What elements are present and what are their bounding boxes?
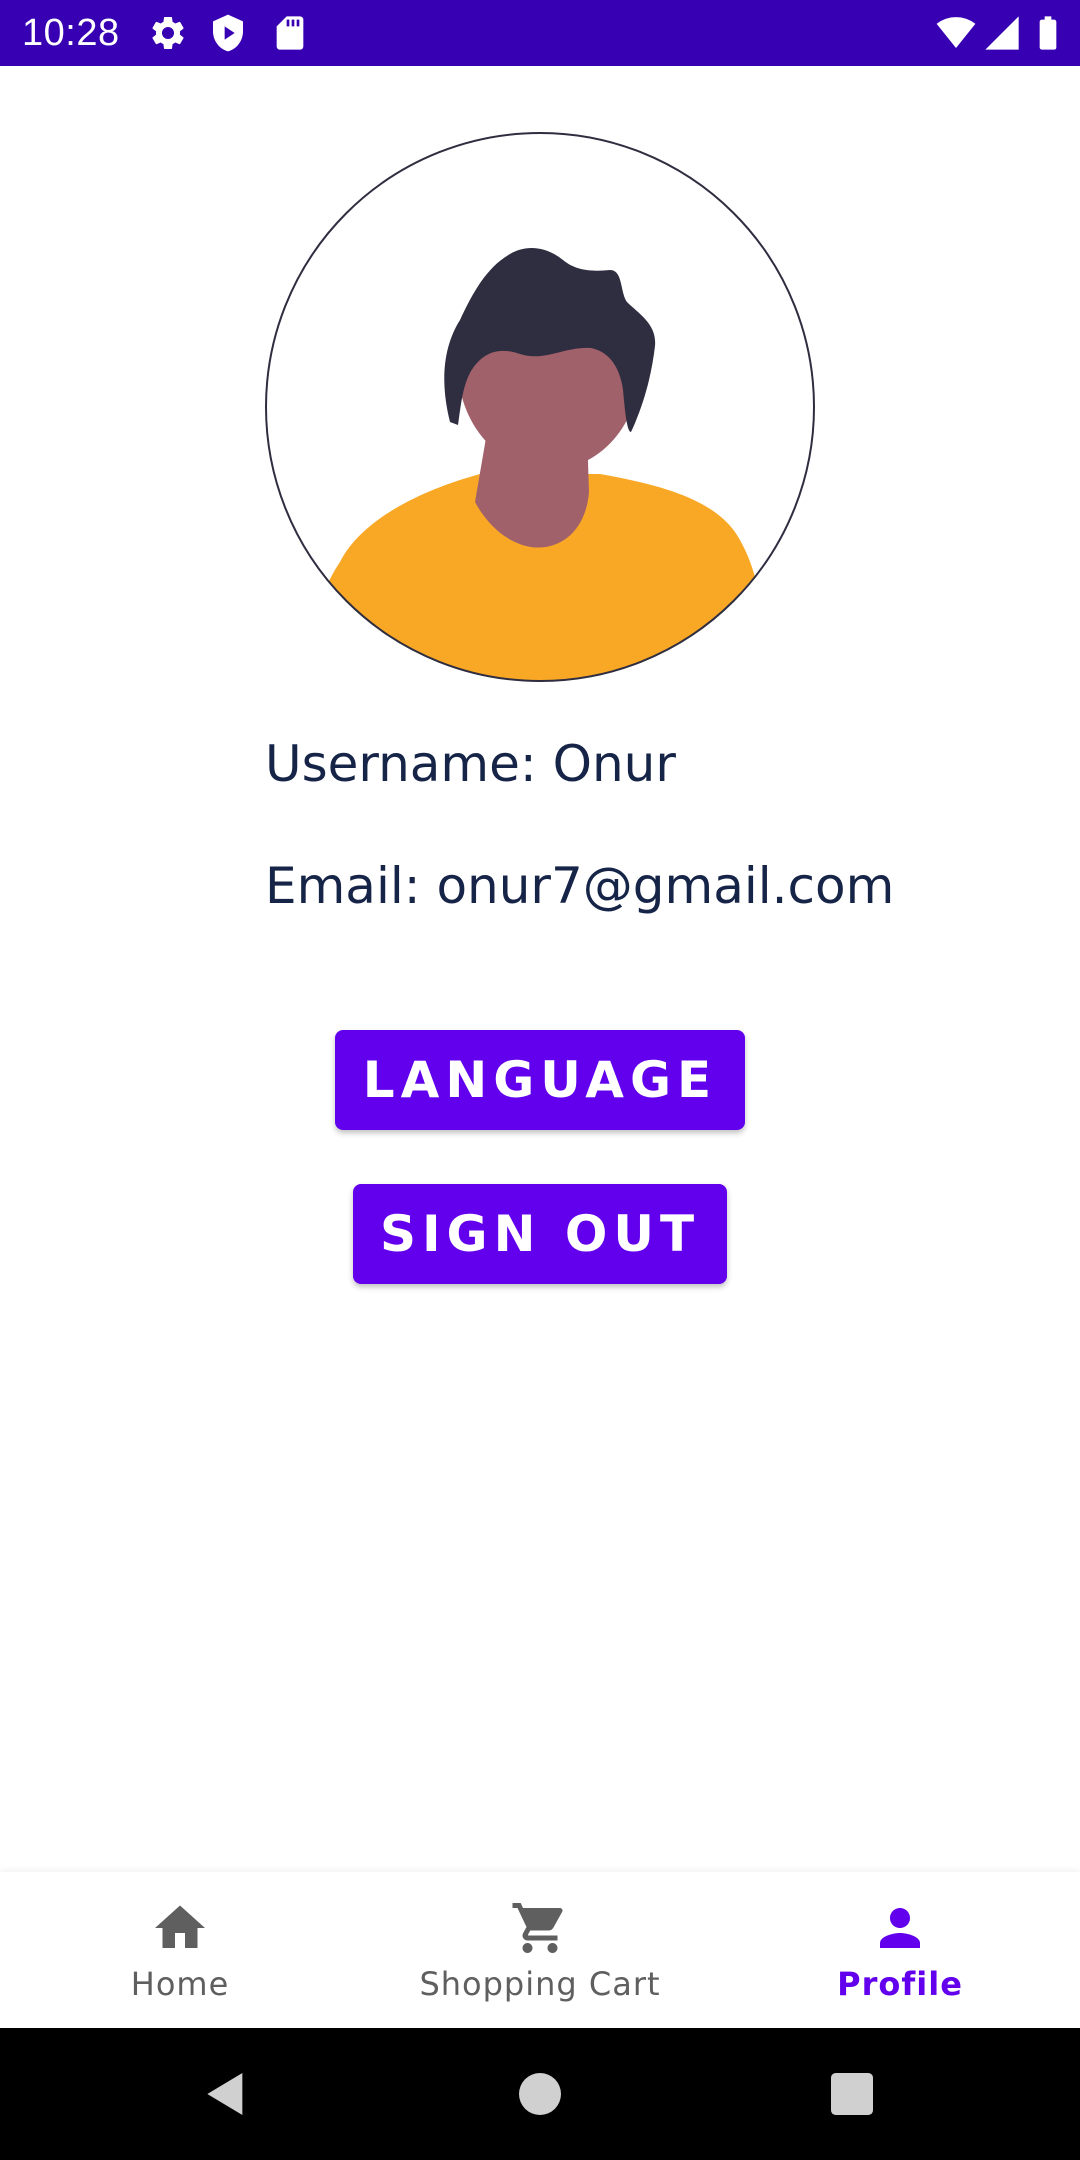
language-button[interactable]: LANGUAGE [335, 1030, 745, 1130]
sd-card-icon [276, 16, 304, 50]
battery-icon [1039, 16, 1057, 50]
email-text: Email: onur7@gmail.com [265, 857, 895, 915]
person-icon [880, 1908, 920, 1948]
wifi-icon [936, 17, 976, 48]
status-time: 10:28 [22, 12, 120, 54]
avatar [265, 132, 815, 682]
nav-label-home: Home [130, 1965, 230, 2003]
system-navigation-bar [0, 2028, 1080, 2160]
profile-screen: Username: Onur Email: onur7@gmail.com LA… [0, 66, 1080, 1872]
cart-icon [512, 1903, 563, 1953]
nav-label-profile: Profile [837, 1965, 963, 2003]
nav-item-profile[interactable]: Profile [720, 1872, 1080, 2028]
nav-label-shopping-cart: Shopping Cart [419, 1965, 661, 2003]
status-bar: 10:28 [0, 0, 1080, 66]
nav-item-home[interactable]: Home [0, 1872, 360, 2028]
sign-out-button[interactable]: SIGN OUT [353, 1184, 727, 1284]
back-icon[interactable] [198, 2066, 254, 2122]
home-circle-icon[interactable] [512, 2066, 568, 2122]
gear-icon [152, 16, 184, 49]
bottom-navigation: Home Shopping Cart Profile [0, 1872, 1080, 2028]
cell-signal-icon [985, 16, 1019, 50]
nav-item-shopping-cart[interactable]: Shopping Cart [360, 1872, 720, 2028]
recents-icon[interactable] [824, 2066, 880, 2122]
username-text: Username: Onur [265, 735, 676, 793]
home-icon [155, 1905, 205, 1948]
shield-play-icon [213, 14, 243, 52]
